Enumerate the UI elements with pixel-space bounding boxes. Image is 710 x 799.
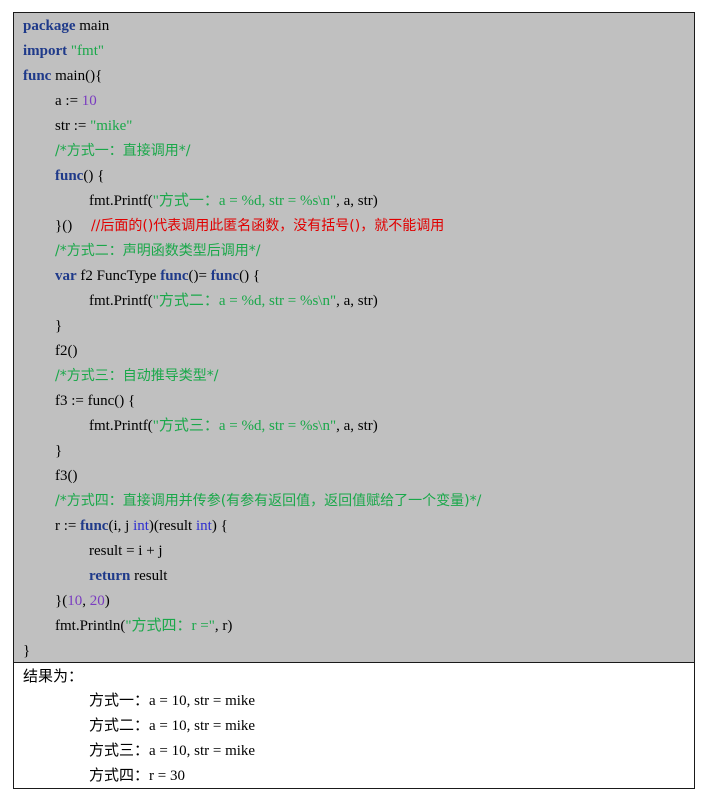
- code-line: var f2 FuncType func()= func() {: [55, 264, 260, 289]
- code-comment: /*方式一：直接调用*/: [55, 139, 190, 164]
- code-line: import "fmt": [23, 39, 104, 64]
- code-line: f2(): [55, 339, 78, 364]
- keyword: package: [23, 18, 76, 34]
- code-text: , a, str): [336, 193, 378, 209]
- string-literal: "方式四：r =": [125, 618, 215, 634]
- code-text: result = i + j: [89, 543, 163, 559]
- code-text: () {: [239, 268, 261, 284]
- keyword: func: [55, 168, 84, 184]
- code-line: }: [23, 639, 30, 664]
- number-literal: 10: [81, 93, 97, 109]
- string-literal: "方式二：a = %d, str = %s\n": [152, 293, 337, 309]
- comment-text: /*方式三：自动推导类型*/: [55, 368, 219, 384]
- code-text: f3(): [55, 468, 78, 484]
- code-text: }(: [55, 593, 68, 609]
- code-text: fmt.Printf(: [89, 293, 153, 309]
- code-text: fmt.Printf(: [89, 418, 153, 434]
- string-literal: "方式三：a = %d, str = %s\n": [152, 418, 337, 434]
- string-literal: "方式一：a = %d, str = %s\n": [152, 193, 337, 209]
- code-text: r :=: [55, 518, 81, 534]
- type-keyword: int: [133, 518, 149, 534]
- code-text: a :=: [55, 93, 82, 109]
- result-line: 方式一：a = 10, str = mike: [89, 693, 256, 709]
- code-line: fmt.Printf("方式三：a = %d, str = %s\n", a, …: [89, 414, 378, 439]
- code-line: fmt.Printf("方式二：a = %d, str = %s\n", a, …: [89, 289, 378, 314]
- code-line: a := 10: [55, 89, 97, 114]
- code-line: f3(): [55, 464, 78, 489]
- code-line: return result: [89, 564, 167, 589]
- keyword: func: [210, 268, 240, 284]
- code-line: result = i + j: [89, 539, 163, 564]
- result-line: 方式四：r = 30: [89, 768, 185, 784]
- code-text: result: [130, 568, 168, 584]
- code-line: }() //后面的()代表调用此匿名函数，没有括号()，就不能调用: [55, 214, 444, 239]
- code-text: fmt.Printf(: [89, 193, 153, 209]
- code-text: main: [75, 18, 110, 34]
- code-line: func main(){: [23, 64, 102, 89]
- keyword: func: [80, 518, 109, 534]
- keyword: func: [160, 268, 189, 284]
- code-text: }(): [55, 218, 91, 234]
- code-text: ): [104, 593, 110, 609]
- code-text: ) {: [211, 518, 228, 534]
- code-line: }: [55, 439, 62, 464]
- code-text: f2 FuncType: [76, 268, 161, 284]
- code-line: fmt.Println("方式四：r =", r): [55, 614, 232, 639]
- code-text: str :=: [55, 118, 91, 134]
- code-block: package main import "fmt" func main(){ a…: [14, 13, 694, 663]
- code-text: f3 := func() {: [55, 393, 136, 409]
- code-text: f2(): [55, 343, 78, 359]
- code-text: (i, j: [108, 518, 134, 534]
- code-text: , r): [214, 618, 233, 634]
- code-line: func() {: [55, 164, 104, 189]
- keyword: var: [55, 268, 77, 284]
- code-line: }(10, 20): [55, 589, 110, 614]
- code-text: ()=: [188, 268, 211, 284]
- code-text: () {: [83, 168, 105, 184]
- code-line: fmt.Printf("方式一：a = %d, str = %s\n", a, …: [89, 189, 378, 214]
- code-text: , a, str): [336, 418, 378, 434]
- comment-text: /*方式一：直接调用*/: [55, 143, 191, 159]
- result-label: 结果为：: [23, 669, 84, 685]
- code-line: }: [55, 314, 62, 339]
- code-text: ,: [82, 593, 90, 609]
- code-line: package main: [23, 14, 109, 39]
- comment-text: //后面的()代表调用此匿名函数，没有括号()，就不能调用: [90, 218, 445, 234]
- code-text: }: [23, 643, 31, 659]
- code-text: , a, str): [336, 293, 378, 309]
- result-line: 方式二：a = 10, str = mike: [89, 718, 256, 734]
- code-comment: /*方式二：声明函数类型后调用*/: [55, 239, 260, 264]
- code-line: f3 := func() {: [55, 389, 135, 414]
- code-table: package main import "fmt" func main(){ a…: [13, 12, 695, 789]
- number-literal: 20: [89, 593, 105, 609]
- keyword: func: [23, 68, 52, 84]
- code-text: main(){: [51, 68, 103, 84]
- type-keyword: int: [195, 518, 212, 534]
- keyword: import: [23, 43, 68, 59]
- code-comment: /*方式三：自动推导类型*/: [55, 364, 218, 389]
- code-text: )(result: [148, 518, 196, 534]
- code-text: }: [55, 443, 63, 459]
- result-block: 结果为： 方式一：a = 10, str = mike 方式二：a = 10, …: [14, 663, 694, 788]
- code-line: str := "mike": [55, 114, 132, 139]
- keyword: return: [89, 568, 131, 584]
- comment-text: /*方式四：直接调用并传参(有参有返回值，返回值赋给了一个变量)*/: [55, 493, 482, 509]
- result-line: 方式三：a = 10, str = mike: [89, 743, 256, 759]
- string-literal: "fmt": [70, 43, 104, 59]
- comment-text: /*方式二：声明函数类型后调用*/: [55, 243, 261, 259]
- string-literal: "mike": [90, 118, 133, 134]
- code-text: fmt.Println(: [55, 618, 126, 634]
- code-comment: /*方式四：直接调用并传参(有参有返回值，返回值赋给了一个变量)*/: [55, 489, 481, 514]
- code-text: }: [55, 318, 63, 334]
- number-literal: 10: [67, 593, 83, 609]
- code-line: r := func(i, j int)(result int) {: [55, 514, 228, 539]
